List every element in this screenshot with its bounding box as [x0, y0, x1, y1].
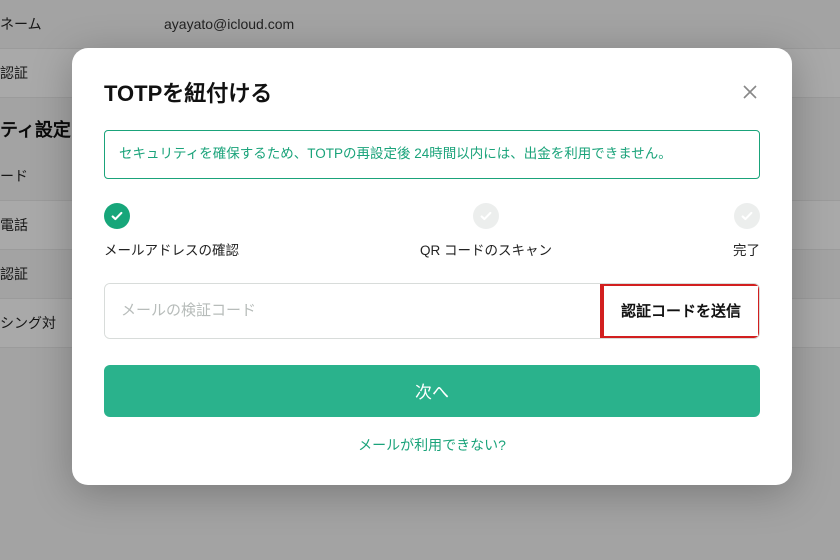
totp-link-modal: TOTPを紐付ける セキュリティを確保するため、TOTPの再設定後 24時間以内… — [72, 48, 792, 485]
stepper: メールアドレスの確認 QR コードのスキャン 完了 — [104, 203, 760, 259]
step-2-label: QR コードのスキャン — [420, 239, 552, 259]
next-button-label: 次へ — [415, 383, 449, 402]
send-code-button[interactable]: 認証コードを送信 — [603, 284, 759, 338]
check-icon — [104, 203, 130, 229]
step-3-label: 完了 — [733, 239, 760, 259]
step-1-label: メールアドレスの確認 — [104, 239, 239, 259]
step-1: メールアドレスの確認 — [104, 203, 239, 259]
close-icon[interactable] — [740, 82, 760, 102]
security-notice: セキュリティを確保するため、TOTPの再設定後 24時間以内には、出金を利用でき… — [104, 130, 760, 179]
verification-code-input[interactable] — [105, 284, 603, 338]
modal-title: TOTPを紐付ける — [104, 76, 272, 108]
next-button[interactable]: 次へ — [104, 365, 760, 417]
check-icon — [473, 203, 499, 229]
send-code-label: 認証コードを送信 — [621, 300, 741, 321]
email-unavailable-link[interactable]: メールが利用できない? — [104, 435, 760, 455]
modal-header: TOTPを紐付ける — [104, 76, 760, 108]
check-icon — [734, 203, 760, 229]
step-3: 完了 — [733, 203, 760, 259]
step-2: QR コードのスキャン — [420, 203, 552, 259]
code-input-row: 認証コードを送信 — [104, 283, 760, 339]
